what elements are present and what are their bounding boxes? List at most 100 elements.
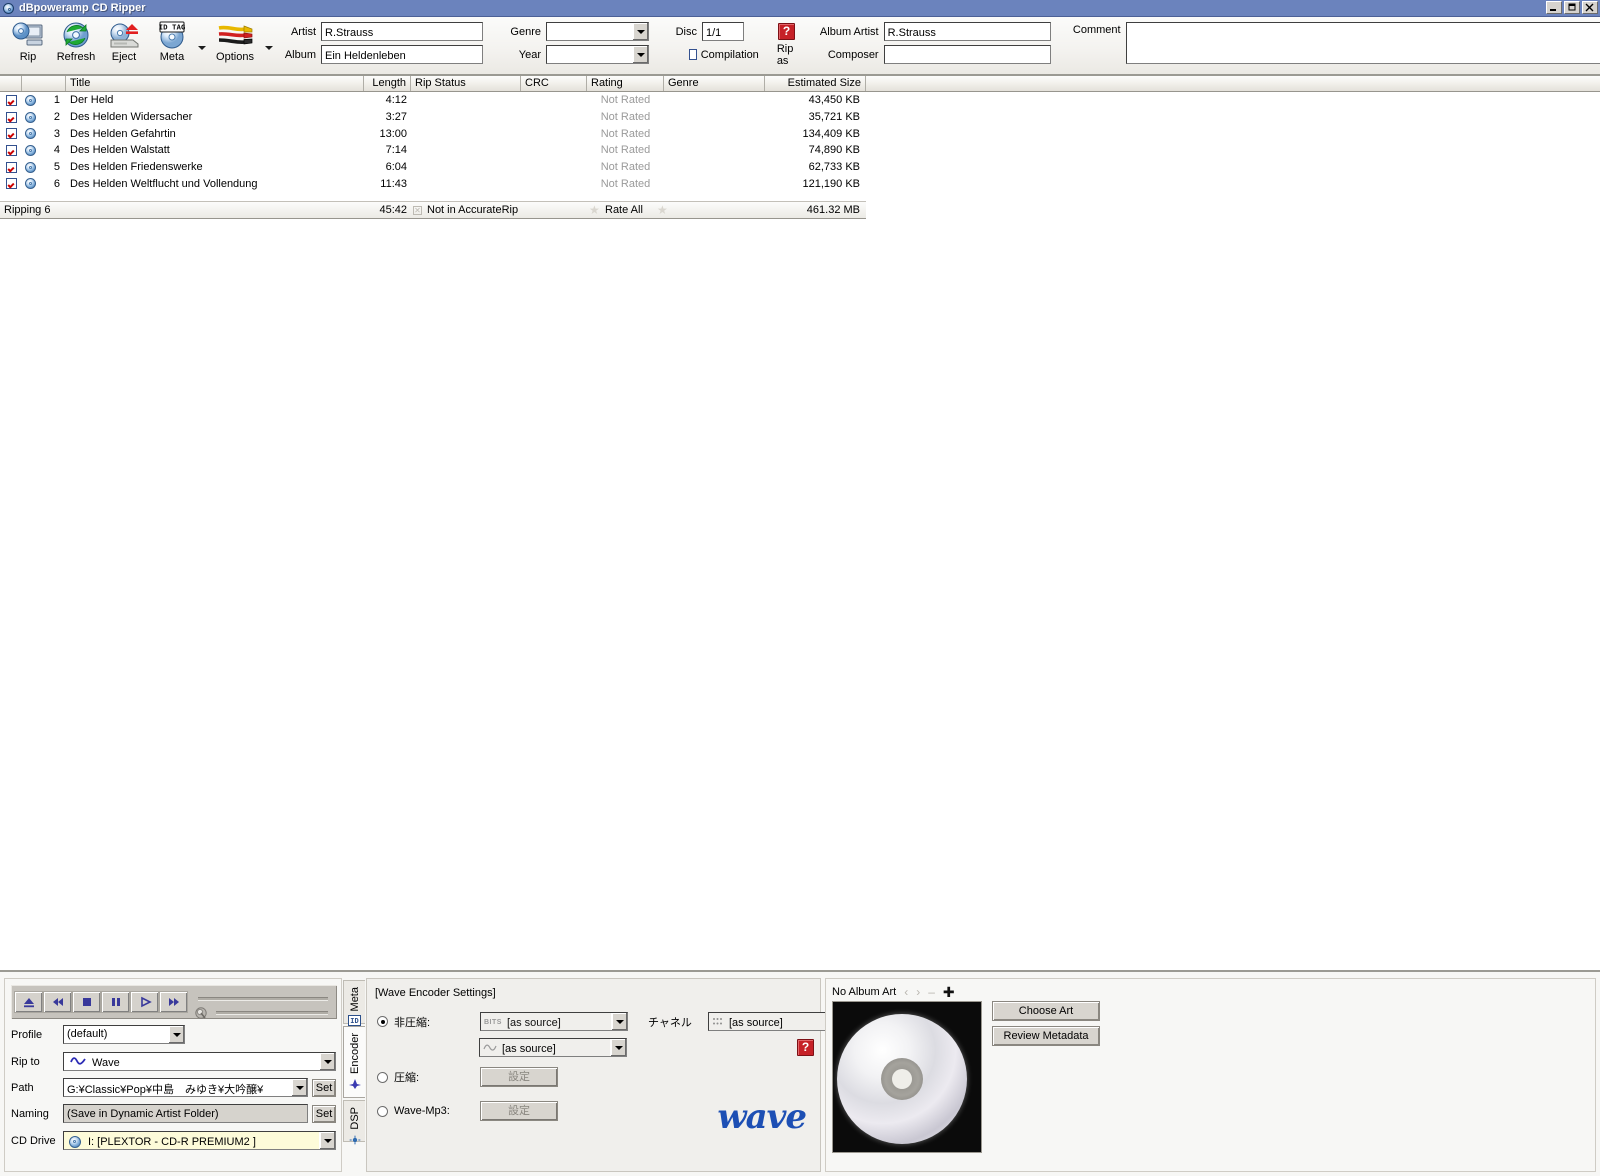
track-checkbox[interactable] [5,94,17,106]
col-header-checkbox[interactable] [0,76,22,91]
track-rating[interactable]: Not Rated [587,144,664,156]
compressed-settings-button[interactable]: 設定 [480,1067,558,1087]
chevron-down-icon[interactable] [319,1053,335,1070]
col-header-length[interactable]: Length [364,76,411,91]
disc-input[interactable] [702,22,744,41]
track-checkbox[interactable] [5,144,17,156]
tab-dsp[interactable]: DSP [343,1100,365,1145]
close-button[interactable] [1582,1,1598,14]
genre-label: Genre [510,25,541,38]
profile-combo[interactable]: (default) [63,1025,185,1044]
track-rating[interactable]: Not Rated [587,94,664,106]
chevron-down-icon[interactable] [611,1013,627,1030]
next-button[interactable] [159,991,188,1013]
col-header-rip-status[interactable]: Rip Status [411,76,521,91]
waveform-icon [483,1043,497,1055]
genre-combo[interactable] [546,22,649,41]
options-dropdown-caret[interactable] [263,17,274,72]
play-button[interactable] [130,991,159,1013]
track-checkbox[interactable] [5,178,17,190]
encoder-help-button[interactable]: ? [797,1039,814,1056]
chevron-down-icon[interactable] [632,23,648,40]
col-header-crc[interactable]: CRC [521,76,587,91]
album-artist-input[interactable] [883,22,1051,41]
comment-input[interactable] [1125,22,1600,64]
col-header-rating[interactable]: Rating [587,76,664,91]
track-rows: 1 Der Held 4:12 Not Rated 43,450 KB 2 Des Held… [0,92,1600,192]
track-number: 4 [53,144,60,157]
table-row[interactable]: 6 Des Helden Weltflucht und Vollendung 11:… [0,175,1600,192]
table-row[interactable]: 2 Des Helden Widersacher 3:27 Not Rated 35,7… [0,109,1600,126]
volume-slider[interactable] [216,1011,328,1014]
wave-mp3-radio[interactable] [377,1105,388,1117]
compilation-checkbox[interactable] [689,49,697,60]
comment-label: Comment [1072,24,1121,36]
cd-drive-combo[interactable]: I: [PLEXTOR - CD-R PREMIUM2 ] [63,1131,336,1150]
composer-input[interactable] [883,45,1051,64]
rip-to-combo[interactable]: Wave [63,1052,336,1071]
track-rating[interactable]: Not Rated [587,178,664,190]
eject-button-toolbar[interactable]: Eject [100,17,148,72]
chevron-down-icon[interactable] [632,46,648,63]
track-checkbox[interactable] [5,161,17,173]
meta-button[interactable]: ID TAG Meta [148,17,196,72]
col-header-estimated-size[interactable]: Estimated Size [765,76,866,91]
track-checkbox[interactable] [5,111,17,123]
help-button[interactable]: ? [778,23,795,40]
album-art-thumbnail[interactable] [832,1001,982,1153]
rip-as-label[interactable]: Rip as [777,43,797,67]
pause-button[interactable] [101,991,130,1013]
chevron-down-icon[interactable] [319,1132,335,1149]
chevron-down-icon[interactable] [610,1039,626,1056]
tab-meta[interactable]: Meta ID [343,980,365,1027]
table-row[interactable]: 3 Des Helden Gefahrtin 13:00 Not Rated 134,4… [0,125,1600,142]
chevron-down-icon[interactable] [168,1026,184,1043]
eject-transport-button[interactable] [14,991,43,1013]
col-header-title[interactable]: Title [66,76,364,91]
stop-button[interactable] [72,991,101,1013]
refresh-button[interactable]: Refresh [52,17,100,72]
art-prev-button[interactable]: ‹ [904,985,908,999]
frequency-combo[interactable]: [as source] [479,1038,627,1057]
choose-art-button[interactable]: Choose Art [992,1001,1100,1021]
col-header-genre[interactable]: Genre [664,76,765,91]
options-button[interactable]: Options [207,17,263,72]
minimize-button[interactable] [1546,1,1562,14]
art-remove-button[interactable]: – [928,985,935,999]
previous-button[interactable] [43,991,72,1013]
tab-encoder[interactable]: Encoder [343,1026,365,1098]
track-estimated-size: 74,890 KB [808,144,860,157]
meta-dropdown-caret[interactable] [196,17,207,72]
volume-icon[interactable] [194,1005,210,1024]
table-row[interactable]: 5 Des Helden Friedenswerke 6:04 Not Rated 62… [0,159,1600,176]
position-slider[interactable] [198,997,328,1000]
uncompressed-radio[interactable] [377,1016,388,1027]
bits-combo[interactable]: BITS [as source] [480,1012,628,1031]
restore-button[interactable] [1564,1,1580,14]
main-toolbar: Rip Refresh Eject ID TAG Meta Options Ar… [0,17,1600,76]
naming-set-button[interactable]: Set [312,1104,336,1123]
track-checkbox[interactable] [5,128,17,140]
chevron-down-icon[interactable] [291,1079,307,1096]
art-next-button[interactable]: › [916,985,920,999]
path-combo[interactable]: G:¥Classic¥Pop¥中島 みゆき¥大吟醸¥ [63,1078,308,1097]
col-header-number[interactable] [22,76,66,91]
artist-input[interactable] [321,22,483,41]
rate-all-label[interactable]: Rate All [601,204,657,216]
review-metadata-button[interactable]: Review Metadata [992,1026,1100,1046]
track-rating[interactable]: Not Rated [587,111,664,123]
path-set-button[interactable]: Set [312,1078,336,1097]
year-combo[interactable] [546,45,649,64]
table-row[interactable]: 4 Des Helden Walstatt 7:14 Not Rated 74,890 … [0,142,1600,159]
art-add-button[interactable]: ✚ [943,985,955,999]
track-length: 6:04 [385,161,407,174]
wave-mp3-settings-button[interactable]: 設定 [480,1101,558,1121]
track-rating[interactable]: Not Rated [587,161,664,173]
track-rating[interactable]: Not Rated [587,128,664,140]
rip-button[interactable]: Rip [4,17,52,72]
album-art-title: No Album Art [832,986,897,998]
naming-row: Naming (Save in Dynamic Artist Folder) S… [11,1104,336,1123]
compressed-radio[interactable] [377,1071,388,1083]
album-input[interactable] [321,45,483,64]
table-row[interactable]: 1 Der Held 4:12 Not Rated 43,450 KB [0,92,1600,109]
